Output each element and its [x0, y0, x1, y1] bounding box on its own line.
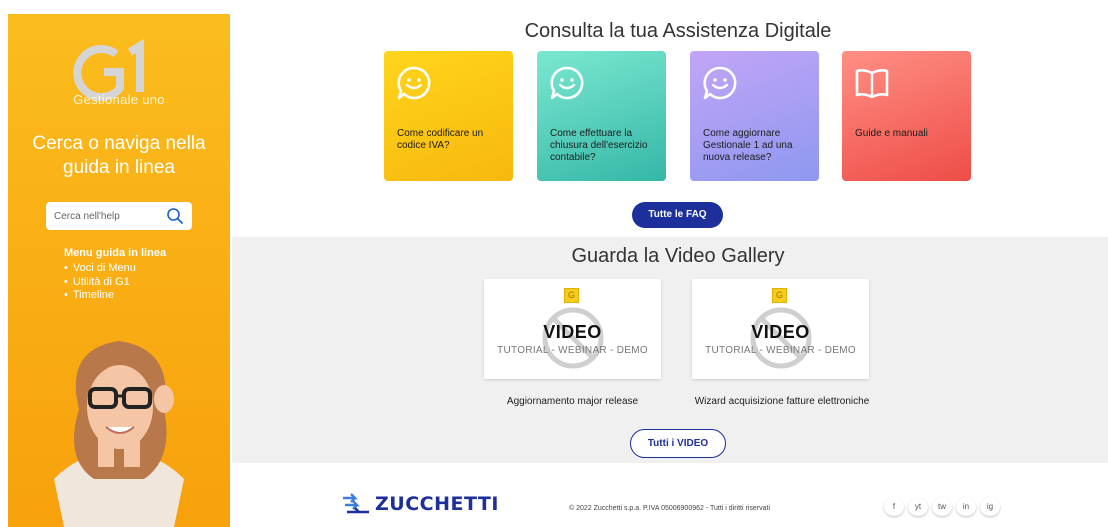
- smile-chat-icon: [703, 66, 737, 100]
- guides-card[interactable]: Guide e manuali: [842, 51, 971, 181]
- faq-card-aggiornare[interactable]: Come aggiornare Gestionale 1 ad una nuov…: [690, 51, 819, 181]
- sidebar-title: Cerca o naviga nella guida in linea: [32, 133, 206, 178]
- all-videos-button[interactable]: Tutti i VIDEO: [630, 429, 726, 458]
- video-caption[interactable]: Aggiornamento major release: [484, 396, 661, 407]
- g1-badge-icon: G: [772, 288, 787, 303]
- linkedin-icon[interactable]: in: [956, 498, 976, 516]
- smile-chat-icon: [397, 66, 431, 100]
- zucchetti-arrows-icon: [343, 493, 369, 514]
- woman-photo: [54, 341, 184, 527]
- facebook-icon[interactable]: f: [884, 498, 904, 516]
- assistance-title: Consulta la tua Assistenza Digitale: [524, 20, 832, 42]
- faq-card-iva[interactable]: Come codificare un codice IVA?: [384, 51, 513, 181]
- video-card-major-release[interactable]: G VIDEO TUTORIAL - WEBINAR - DEMO: [484, 279, 661, 379]
- search-icon[interactable]: [166, 207, 184, 225]
- social-links: f yt tw in ig: [884, 498, 1000, 516]
- book-icon: [855, 69, 889, 99]
- video-label: VIDEO: [751, 322, 810, 342]
- video-label: VIDEO: [543, 322, 602, 342]
- card-label: Come aggiornare Gestionale 1 ad una nuov…: [703, 128, 793, 163]
- video-gallery-section: Guarda la Video Gallery G VIDEO TUTORIAL…: [232, 237, 1108, 463]
- menu-list: Voci di Menu Utilità di G1 Timeline: [64, 262, 136, 303]
- all-faq-button[interactable]: Tutte le FAQ: [632, 202, 723, 228]
- video-sublabel: TUTORIAL - WEBINAR - DEMO: [497, 345, 648, 356]
- video-gallery-title: Guarda la Video Gallery: [571, 245, 785, 267]
- youtube-icon[interactable]: yt: [908, 498, 928, 516]
- menu-item-timeline[interactable]: Timeline: [64, 289, 136, 303]
- card-label: Guide e manuali: [855, 128, 928, 139]
- faq-card-chiusura[interactable]: Come effettuare la chiusura dell'eserciz…: [537, 51, 666, 181]
- twitter-icon[interactable]: tw: [932, 498, 952, 516]
- search-box: [46, 202, 192, 230]
- brand-name: ZUCCHETTI: [375, 493, 499, 515]
- menu-item-voci[interactable]: Voci di Menu: [64, 262, 136, 276]
- video-sublabel: TUTORIAL - WEBINAR - DEMO: [705, 345, 856, 356]
- card-label: Come codificare un codice IVA?: [397, 128, 484, 151]
- video-caption[interactable]: Wizard acquisizione fatture elettroniche: [672, 396, 892, 407]
- zucchetti-logo[interactable]: ZUCCHETTI: [341, 492, 498, 516]
- logo-subtitle: Gestionale uno: [73, 92, 165, 107]
- g1-logo: [73, 38, 144, 101]
- video-card-wizard[interactable]: G VIDEO TUTORIAL - WEBINAR - DEMO: [692, 279, 869, 379]
- card-label: Come effettuare la chiusura dell'eserciz…: [550, 128, 648, 163]
- footer: ZUCCHETTI © 2022 Zucchetti s.p.a. P.IVA …: [232, 463, 1108, 527]
- sidebar: Gestionale uno Cerca o naviga nella guid…: [8, 14, 230, 527]
- menu-heading: Menu guida in linea: [64, 247, 167, 259]
- copyright-text: © 2022 Zucchetti s.p.a. P.IVA 0500690096…: [569, 505, 771, 512]
- instagram-icon[interactable]: ig: [980, 498, 1000, 516]
- smile-chat-icon: [550, 66, 584, 100]
- search-input[interactable]: [54, 202, 164, 230]
- menu-item-utilita[interactable]: Utilità di G1: [64, 276, 136, 290]
- g1-badge-icon: G: [564, 288, 579, 303]
